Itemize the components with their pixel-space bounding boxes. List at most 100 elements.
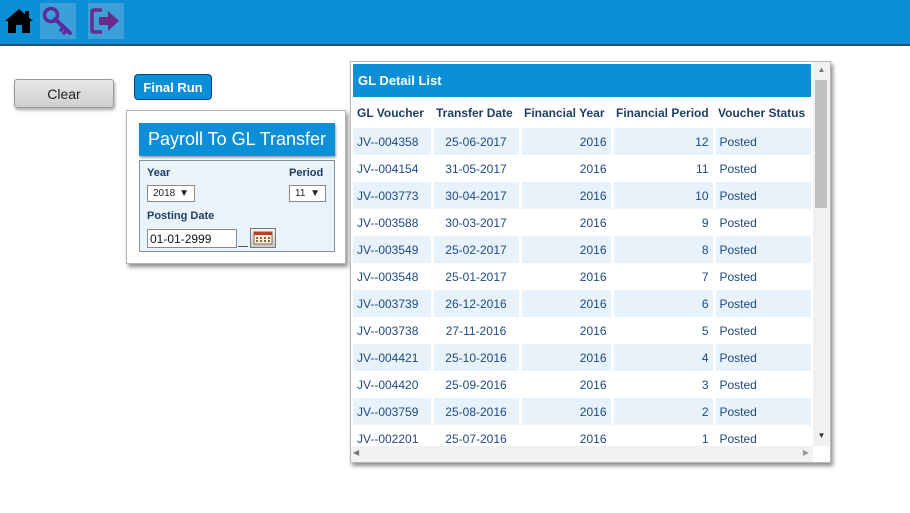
voucher-status-cell: Posted — [714, 182, 811, 209]
table-header-row: GL Voucher Transfer Date Financial Year … — [353, 98, 811, 128]
financial-year-cell: 2016 — [520, 209, 614, 236]
gl-voucher-cell: JV--003773 — [353, 182, 434, 209]
gl-voucher-cell: JV--003759 — [353, 398, 434, 425]
financial-year-cell: 2016 — [520, 128, 614, 155]
calendar-button[interactable] — [250, 228, 276, 248]
gl-voucher-cell: JV--004421 — [353, 344, 434, 371]
transfer-date-cell: 25-08-2016 — [432, 398, 522, 425]
voucher-status-cell: Posted — [719, 323, 757, 338]
scroll-up-icon[interactable]: ▲ — [813, 64, 830, 76]
gl-voucher-cell: JV--004358 — [353, 128, 434, 155]
table-row[interactable]: JV--004154 31-05-2017 2016 11 Posted — [353, 155, 811, 182]
transfer-date-cell: 27-11-2016 — [432, 317, 522, 344]
logout-icon — [90, 8, 119, 34]
column-header-transfer-date[interactable]: Transfer Date — [432, 98, 520, 128]
financial-period-cell: 9 — [612, 209, 716, 236]
financial-year-cell: 2016 — [520, 371, 614, 398]
table-row[interactable]: JV--003773 30-04-2017 2016 10 Posted — [353, 182, 811, 209]
financial-period-cell: 6 — [612, 290, 716, 317]
transfer-date-cell: 30-03-2017 — [432, 209, 522, 236]
gl-detail-table: GL Voucher Transfer Date Financial Year … — [353, 98, 811, 452]
vertical-scrollbar[interactable]: ▲ ▼ — [813, 62, 830, 446]
gl-detail-title: GL Detail List — [353, 64, 811, 97]
table-row[interactable]: JV--004358 25-06-2017 2016 12 Posted — [353, 128, 811, 155]
voucher-status-cell: Posted — [714, 398, 811, 425]
home-button[interactable] — [1, 3, 37, 39]
financial-period-cell: 4 — [612, 344, 716, 371]
column-header-financial-period[interactable]: Financial Period — [612, 98, 714, 128]
scrollbar-thumb[interactable] — [815, 80, 827, 208]
column-header-voucher-status[interactable]: Voucher Status — [714, 98, 811, 128]
transfer-date-cell: 31-05-2017 — [432, 155, 522, 182]
payroll-form: Year 2018 ▼ Period 11 ▼ Posting Date 01-… — [139, 160, 335, 252]
chevron-down-icon: ▼ — [179, 188, 189, 199]
voucher-status-cell: Posted — [719, 269, 757, 284]
voucher-status-cell: Posted — [719, 161, 757, 176]
gl-voucher-cell: JV--003549 — [353, 236, 434, 263]
table-row[interactable]: JV--003759 25-08-2016 2016 2 Posted — [353, 398, 811, 425]
transfer-date-cell: 25-02-2017 — [432, 236, 522, 263]
financial-year-cell: 2016 — [520, 263, 614, 290]
table-row[interactable]: JV--003738 27-11-2016 2016 5 Posted — [353, 317, 811, 344]
transfer-date-cell: 25-10-2016 — [432, 344, 522, 371]
financial-period-cell: 12 — [612, 128, 716, 155]
gl-voucher-cell: JV--003548 — [353, 263, 434, 290]
table-row[interactable]: JV--004421 25-10-2016 2016 4 Posted — [353, 344, 811, 371]
gl-voucher-cell: JV--003588 — [353, 209, 434, 236]
gl-voucher-cell: JV--003738 — [353, 317, 434, 344]
financial-year-cell: 2016 — [520, 182, 614, 209]
voucher-status-cell: Posted — [714, 236, 811, 263]
calendar-icon — [253, 231, 273, 245]
payroll-transfer-panel: Payroll To GL Transfer Year 2018 ▼ Perio… — [126, 110, 346, 264]
financial-year-cell: 2016 — [520, 317, 614, 344]
scroll-down-icon[interactable]: ▼ — [813, 430, 830, 442]
clear-button[interactable]: Clear — [14, 79, 114, 108]
date-separator — [238, 246, 248, 247]
gl-voucher-cell: JV--003739 — [353, 290, 434, 317]
transfer-date-cell: 25-01-2017 — [432, 263, 522, 290]
voucher-status-cell: Posted — [714, 290, 811, 317]
period-label: Period — [289, 167, 324, 179]
posting-date-input[interactable]: 01-01-2999 — [147, 229, 237, 248]
financial-period-cell: 7 — [612, 263, 716, 290]
financial-period-cell: 5 — [612, 317, 716, 344]
financial-period-cell: 11 — [612, 155, 716, 182]
scroll-left-icon[interactable]: ◀ — [353, 448, 359, 457]
posting-date-label: Posting Date — [147, 210, 215, 222]
table-row[interactable]: JV--003588 30-03-2017 2016 9 Posted — [353, 209, 811, 236]
column-header-gl-voucher[interactable]: GL Voucher — [353, 98, 432, 128]
financial-year-cell: 2016 — [520, 344, 614, 371]
gl-voucher-cell: JV--004154 — [353, 155, 434, 182]
table-row[interactable]: JV--003548 25-01-2017 2016 7 Posted — [353, 263, 811, 290]
voucher-status-cell: Posted — [719, 377, 757, 392]
financial-period-cell: 8 — [612, 236, 716, 263]
voucher-status-cell: Posted — [719, 215, 757, 230]
table-row[interactable]: JV--003739 26-12-2016 2016 6 Posted — [353, 290, 811, 317]
financial-period-cell: 3 — [612, 371, 716, 398]
change-password-button[interactable] — [40, 3, 76, 39]
final-run-button[interactable]: Final Run — [134, 74, 212, 100]
financial-year-cell: 2016 — [520, 155, 614, 182]
voucher-status-cell: Posted — [714, 344, 811, 371]
horizontal-scrollbar[interactable]: ◀ ▶ — [351, 446, 813, 462]
transfer-date-cell: 30-04-2017 — [432, 182, 522, 209]
period-select[interactable]: 11 ▼ — [289, 185, 326, 202]
table-row[interactable]: JV--003549 25-02-2017 2016 8 Posted — [353, 236, 811, 263]
table-row[interactable]: JV--004420 25-09-2016 2016 3 Posted — [353, 371, 811, 398]
key-icon — [42, 6, 72, 35]
chevron-down-icon: ▼ — [310, 188, 320, 199]
column-header-financial-year[interactable]: Financial Year — [520, 98, 612, 128]
financial-year-cell: 2016 — [520, 398, 614, 425]
financial-year-cell: 2016 — [520, 236, 614, 263]
top-bar — [0, 0, 910, 46]
transfer-date-cell: 25-06-2017 — [432, 128, 522, 155]
period-value: 11 — [295, 188, 306, 199]
gl-detail-panel: GL Detail List GL Voucher Transfer Date … — [350, 61, 831, 463]
gl-voucher-cell: JV--004420 — [353, 371, 434, 398]
voucher-status-cell: Posted — [714, 128, 811, 155]
year-select[interactable]: 2018 ▼ — [147, 185, 195, 202]
scroll-right-icon[interactable]: ▶ — [803, 448, 809, 457]
transfer-date-cell: 26-12-2016 — [432, 290, 522, 317]
logout-button[interactable] — [88, 3, 124, 39]
home-icon — [5, 9, 33, 33]
